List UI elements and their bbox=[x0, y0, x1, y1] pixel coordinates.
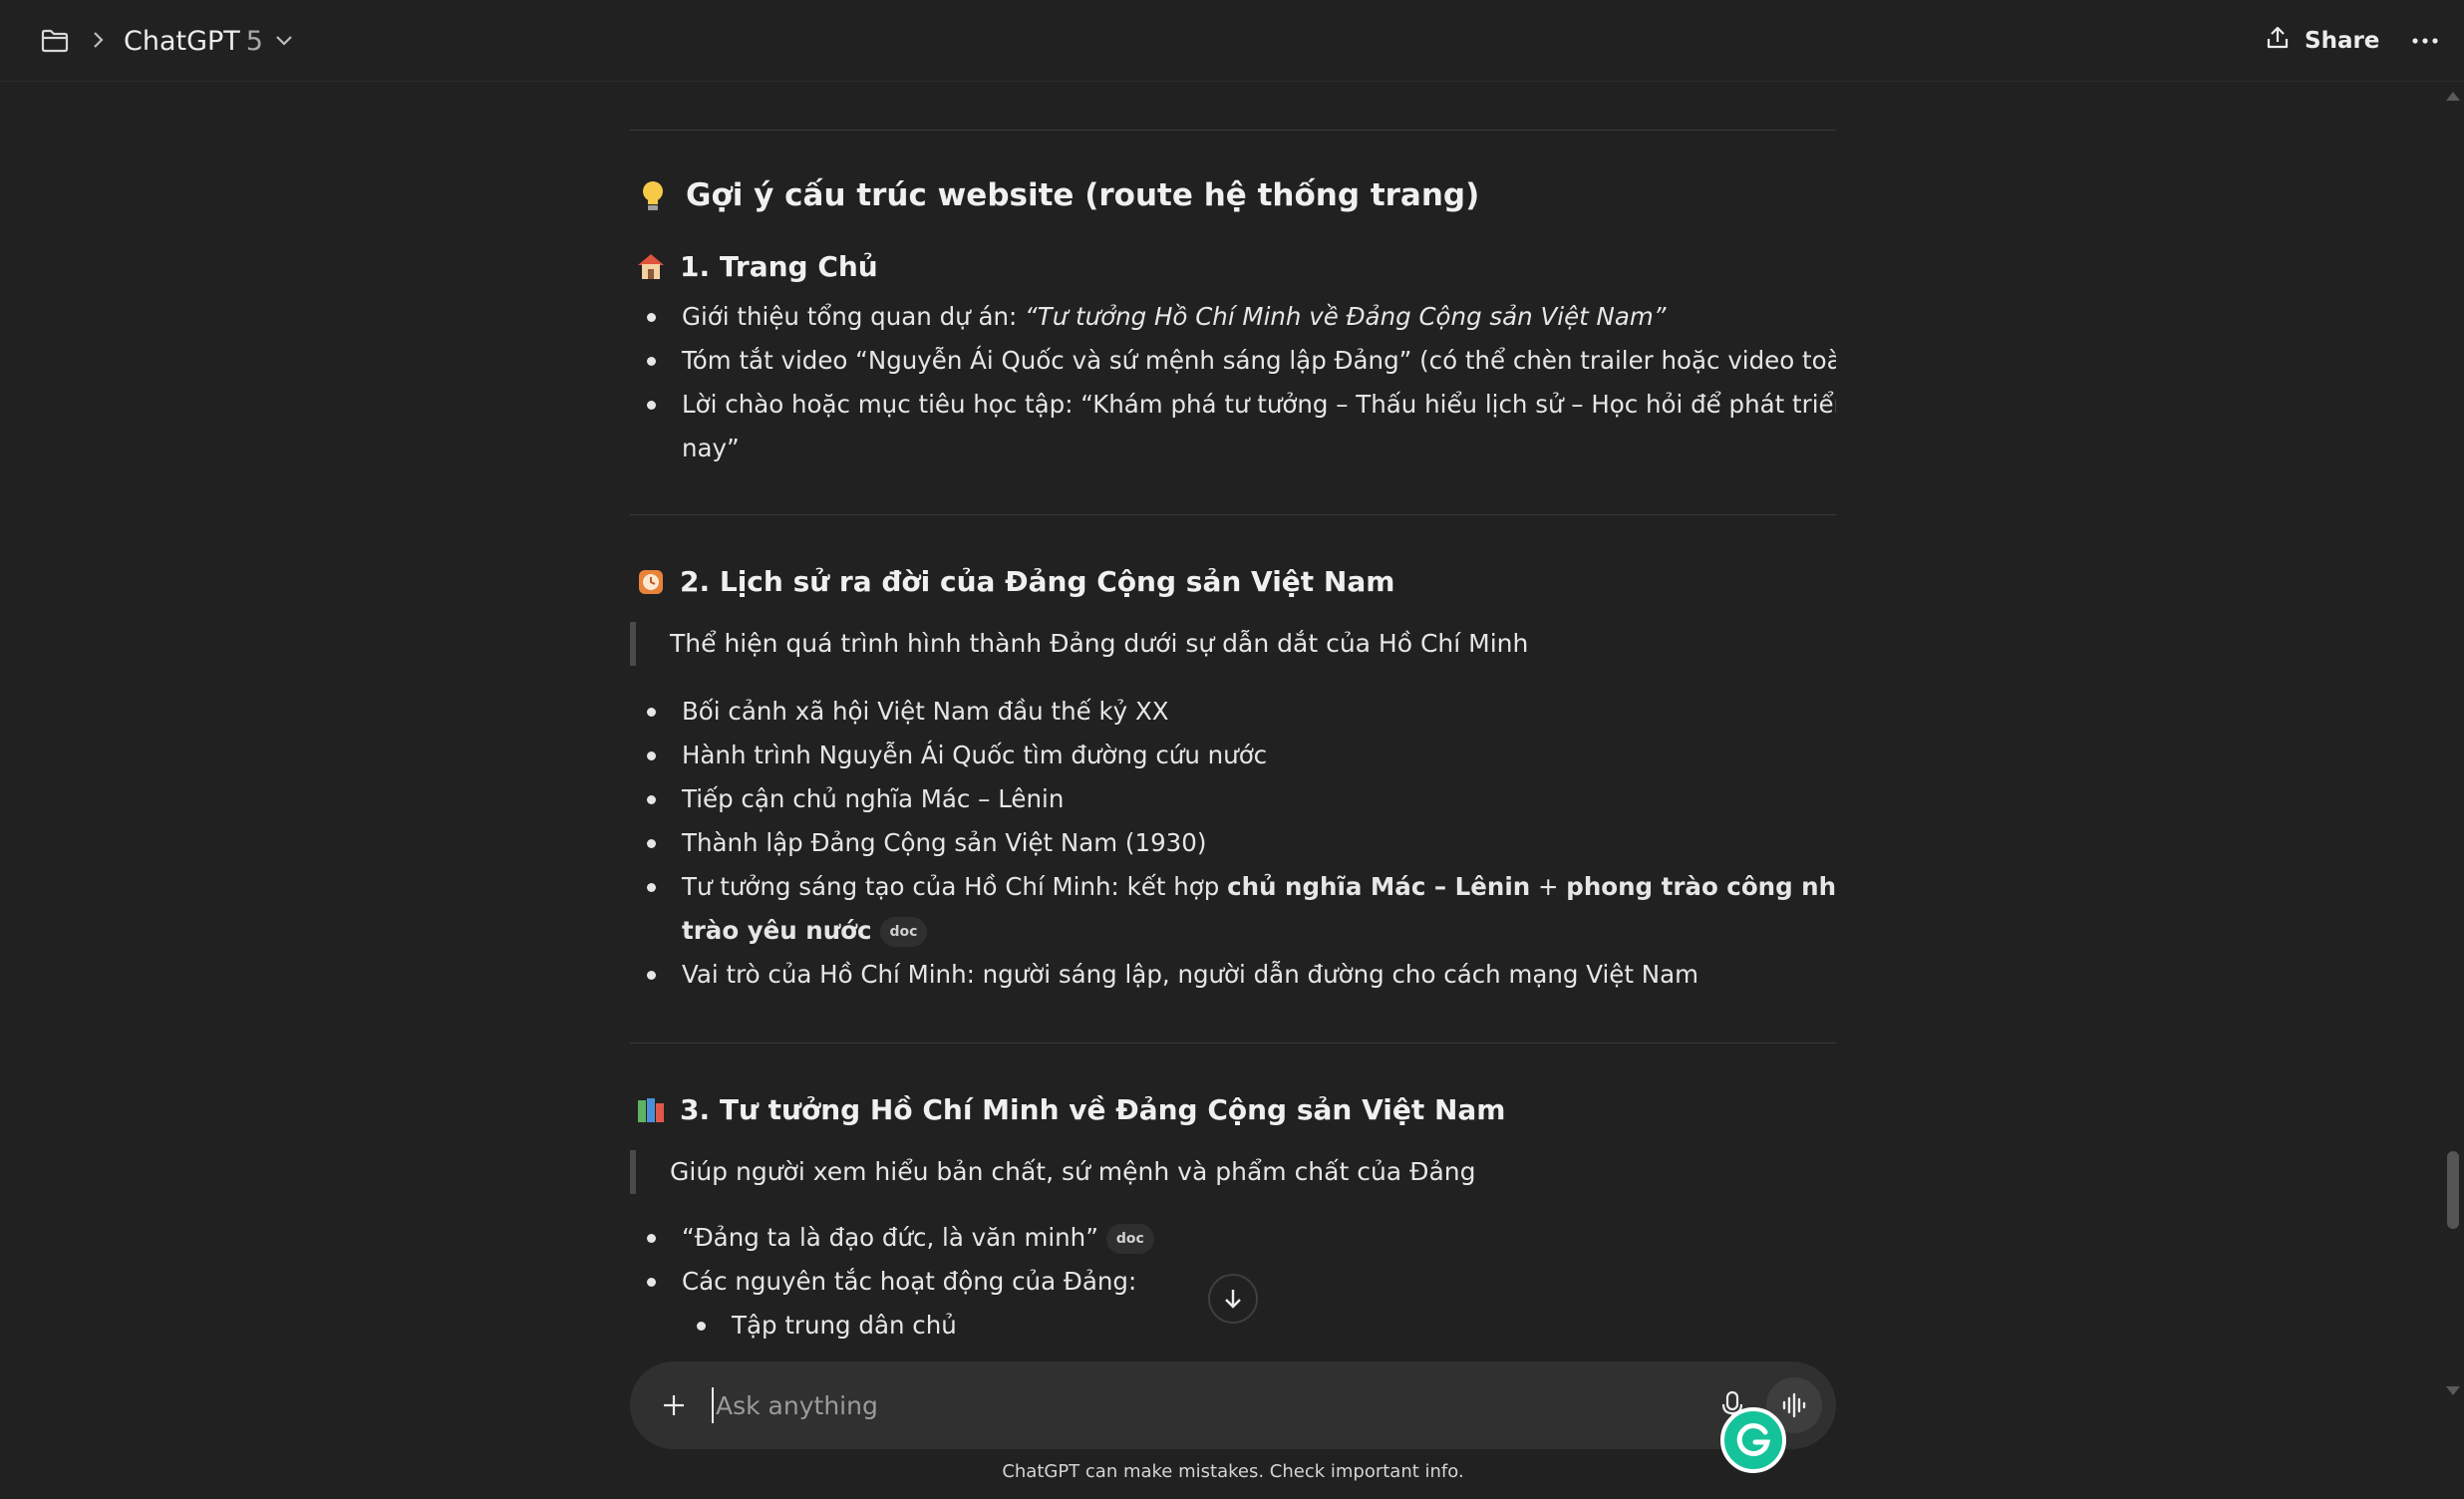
scroll-to-bottom-button[interactable] bbox=[1208, 1274, 1258, 1324]
plus-icon[interactable] bbox=[652, 1383, 696, 1427]
list-item: Thành lập Đảng Cộng sản Việt Nam (1930) bbox=[630, 821, 1836, 865]
section-3-quote: Giúp người xem hiểu bản chất, sứ mệnh và… bbox=[630, 1150, 1475, 1194]
main-heading-text: Gợi ý cấu trúc website (route hệ thống t… bbox=[686, 177, 1480, 213]
list-item-text: + bbox=[1530, 872, 1567, 901]
section-1-list: Giới thiệu tổng quan dự án: “Tư tưởng Hồ… bbox=[630, 295, 1836, 427]
list-item: Tiếp cận chủ nghĩa Mác – Lênin bbox=[630, 777, 1836, 821]
model-version: 5 bbox=[245, 25, 263, 57]
list-item-text: “Đảng ta là đạo đức, là văn minh” bbox=[682, 1223, 1098, 1252]
waveform-icon bbox=[1782, 1392, 1806, 1418]
list-item-text: Hành trình Nguyễn Ái Quốc tìm đường cứu … bbox=[682, 741, 1268, 769]
list-item-text: Tập trung dân chủ bbox=[732, 1311, 957, 1340]
list-item-text: Tóm tắt video “Nguyễn Ái Quốc và sứ mệnh… bbox=[682, 346, 1836, 375]
share-label: Share bbox=[2305, 28, 2380, 54]
composer bbox=[630, 1361, 1836, 1449]
disclaimer-text: ChatGPT can make mistakes. Check importa… bbox=[1002, 1461, 1464, 1482]
books-icon bbox=[634, 1092, 668, 1126]
model-selector[interactable]: ChatGPT 5 bbox=[124, 20, 293, 62]
list-item: Tóm tắt video “Nguyễn Ái Quốc và sứ mệnh… bbox=[630, 339, 1836, 383]
scrollbar-thumb[interactable] bbox=[2447, 1151, 2459, 1229]
section-2-quote: Thể hiện quá trình hình thành Đảng dưới … bbox=[630, 622, 1528, 666]
list-item-text: Tư tưởng sáng tạo của Hồ Chí Minh: kết h… bbox=[682, 872, 1228, 901]
list-item-text: Bối cảnh xã hội Việt Nam đầu thế kỷ XX bbox=[682, 697, 1169, 726]
ask-input[interactable] bbox=[716, 1381, 1513, 1429]
chevron-right-icon bbox=[86, 28, 110, 52]
list-item-continuation: trào yêu nước doc bbox=[682, 909, 928, 953]
list-item: “Đảng ta là đạo đức, là văn minh” doc bbox=[630, 1216, 1836, 1260]
section-2-list: Bối cảnh xã hội Việt Nam đầu thế kỷ XX H… bbox=[630, 690, 1836, 909]
lightbulb-icon bbox=[636, 178, 670, 212]
section-2-title-text: 2. Lịch sử ra đời của Đảng Cộng sản Việt… bbox=[680, 564, 1395, 598]
text-caret bbox=[712, 1387, 714, 1423]
folder-icon[interactable] bbox=[38, 24, 72, 58]
clock-icon bbox=[634, 564, 668, 598]
divider bbox=[630, 130, 1836, 131]
list-item-continuation: nay” bbox=[682, 434, 740, 462]
list-item: Giới thiệu tổng quan dự án: “Tư tưởng Hồ… bbox=[630, 295, 1836, 339]
section-2-title: 2. Lịch sử ra đời của Đảng Cộng sản Việt… bbox=[634, 564, 1394, 598]
list-item-text: Giới thiệu tổng quan dự án: bbox=[682, 302, 1026, 331]
section-1-title: 1. Trang Chủ bbox=[634, 249, 878, 283]
chevron-down-icon bbox=[275, 35, 293, 47]
list-item-italic-text: “Tư tưởng Hồ Chí Minh về Đảng Cộng sản V… bbox=[1025, 302, 1667, 331]
list-item-text: Tiếp cận chủ nghĩa Mác – Lênin bbox=[682, 784, 1065, 813]
scrollbar-down-arrow-icon[interactable] bbox=[2444, 1383, 2462, 1397]
main-heading: Gợi ý cấu trúc website (route hệ thống t… bbox=[636, 177, 1479, 213]
share-button[interactable]: Share bbox=[2265, 20, 2379, 62]
citation-chip[interactable]: doc bbox=[1105, 1224, 1154, 1254]
list-item: Vai trò của Hồ Chí Minh: người sáng lập,… bbox=[630, 953, 1836, 997]
list-item: Hành trình Nguyễn Ái Quốc tìm đường cứu … bbox=[630, 734, 1836, 777]
section-3-title-text: 3. Tư tưởng Hồ Chí Minh về Đảng Cộng sản… bbox=[680, 1092, 1506, 1126]
list-item-text: Vai trò của Hồ Chí Minh: người sáng lập,… bbox=[682, 960, 1698, 989]
arrow-down-icon bbox=[1225, 1290, 1241, 1309]
list-item: Tư tưởng sáng tạo của Hồ Chí Minh: kết h… bbox=[630, 865, 1836, 909]
section-2-list-tail: Vai trò của Hồ Chí Minh: người sáng lập,… bbox=[630, 953, 1836, 997]
list-item-bold-text: phong trào công nhân bbox=[1566, 872, 1836, 901]
divider bbox=[630, 514, 1836, 515]
list-item-bold-text: trào yêu nước bbox=[682, 916, 872, 945]
citation-chip[interactable]: doc bbox=[879, 917, 928, 947]
list-item-bold-text: chủ nghĩa Mác – Lênin bbox=[1227, 872, 1531, 901]
divider bbox=[630, 1043, 1836, 1044]
top-bar: ChatGPT 5 Share bbox=[0, 0, 2464, 82]
scrollbar-up-arrow-icon[interactable] bbox=[2444, 88, 2462, 102]
section-1-title-text: 1. Trang Chủ bbox=[680, 249, 878, 283]
list-item-text: Thành lập Đảng Cộng sản Việt Nam (1930) bbox=[682, 828, 1207, 857]
list-item-text: Các nguyên tắc hoạt động của Đảng: bbox=[682, 1267, 1137, 1296]
more-icon[interactable] bbox=[2402, 22, 2448, 60]
list-item: Bối cảnh xã hội Việt Nam đầu thế kỷ XX bbox=[630, 690, 1836, 734]
list-item: Lời chào hoặc mục tiêu học tập: “Khám ph… bbox=[630, 383, 1836, 427]
chat-message-content: Gợi ý cấu trúc website (route hệ thống t… bbox=[630, 82, 1836, 1362]
section-3-title: 3. Tư tưởng Hồ Chí Minh về Đảng Cộng sản… bbox=[634, 1092, 1505, 1126]
house-icon bbox=[634, 249, 668, 283]
model-name: ChatGPT bbox=[124, 25, 240, 57]
share-icon bbox=[2265, 25, 2291, 57]
list-item-text: Lời chào hoặc mục tiêu học tập: “Khám ph… bbox=[682, 390, 1836, 419]
